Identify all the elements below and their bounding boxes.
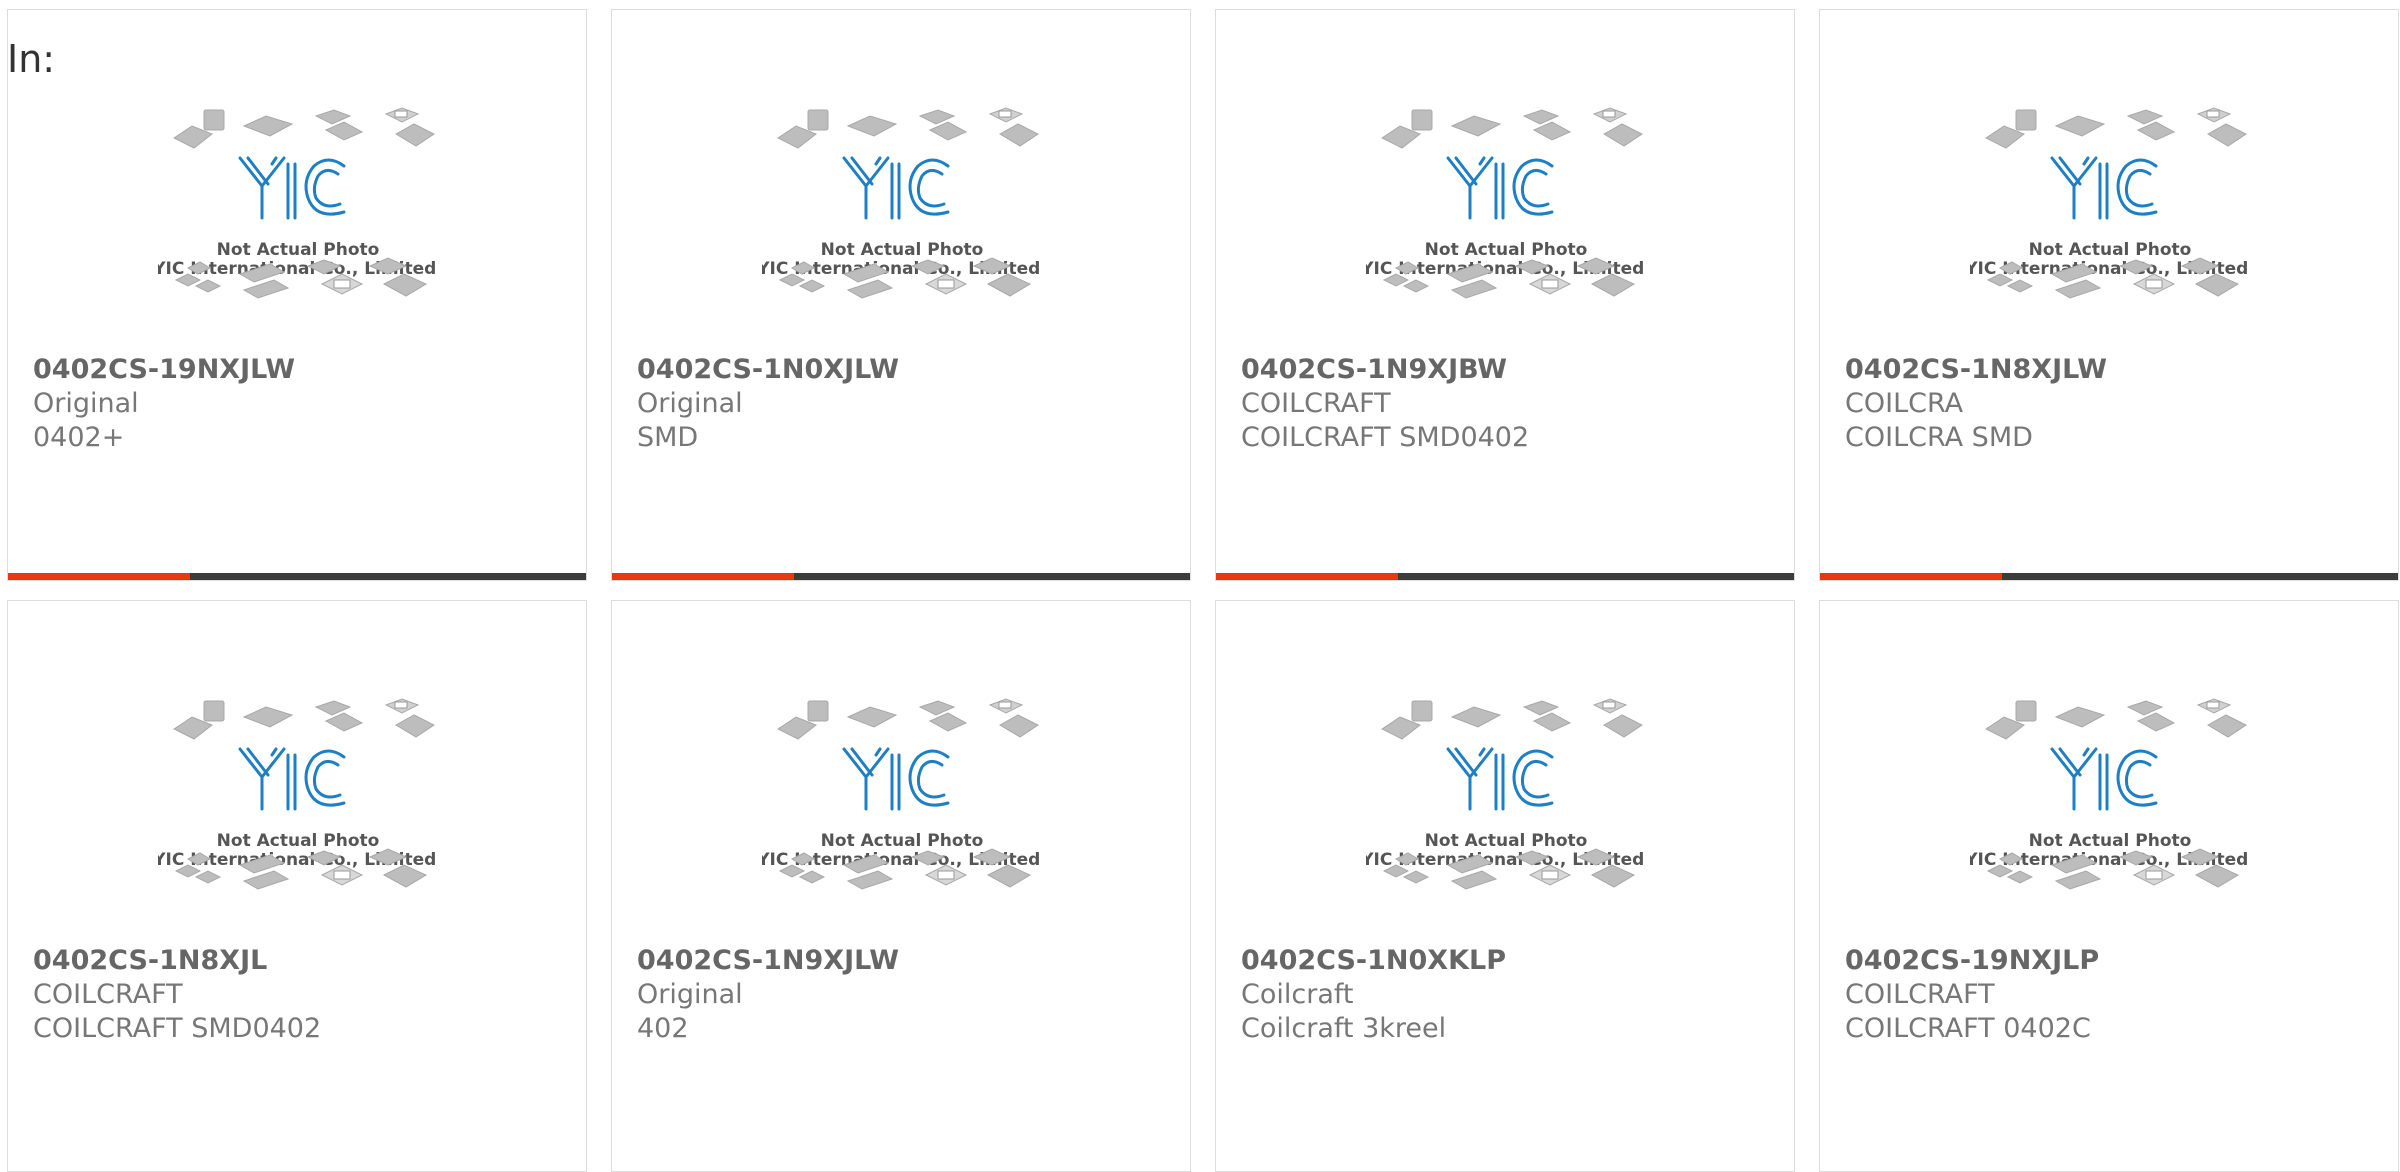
package-description: COILCRA SMD (1845, 422, 2033, 453)
manufacturer: Original (637, 388, 743, 419)
card-accent-bar (8, 573, 190, 580)
product-placeholder-image: Not Actual Photo YIC International Co., … (756, 691, 1047, 941)
placeholder-caption-1: Not Actual Photo (1425, 240, 1588, 260)
product-placeholder-image: Not Actual Photo YIC International Co., … (1964, 691, 2255, 941)
product-card[interactable]: Not Actual Photo YIC International Co., … (1215, 9, 1795, 581)
yic-placeholder-graphic: Not Actual Photo YIC International Co., … (756, 698, 1047, 890)
yic-placeholder-graphic: Not Actual Photo YIC International Co., … (152, 698, 443, 890)
package-description: 402 (637, 1013, 689, 1044)
in-label: In: (7, 37, 56, 81)
part-number[interactable]: 0402CS-19NXJLW (33, 353, 566, 387)
product-placeholder-image: Not Actual Photo YIC International Co., … (152, 100, 443, 350)
manufacturer: Original (637, 979, 743, 1010)
part-number[interactable]: 0402CS-1N8XJL (33, 944, 566, 978)
placeholder-caption-1: Not Actual Photo (821, 831, 984, 851)
manufacturer: Coilcraft (1241, 979, 1354, 1010)
manufacturer: COILCRAFT (33, 979, 183, 1010)
package-description: 0402+ (33, 422, 125, 453)
product-card[interactable]: Not Actual Photo YIC International Co., … (611, 600, 1191, 1172)
product-placeholder-image: Not Actual Photo YIC International Co., … (152, 691, 443, 941)
yic-placeholder-graphic: Not Actual Photo YIC International Co., … (1964, 107, 2255, 299)
product-card[interactable]: Not Actual Photo YIC International Co., … (611, 9, 1191, 581)
product-placeholder-image: Not Actual Photo YIC International Co., … (756, 100, 1047, 350)
product-card[interactable]: Not Actual Photo YIC International Co., … (7, 600, 587, 1172)
placeholder-caption-1: Not Actual Photo (217, 240, 380, 260)
part-number[interactable]: 0402CS-19NXJLP (1845, 944, 2378, 978)
package-description: SMD (637, 422, 699, 453)
yic-placeholder-graphic: Not Actual Photo YIC International Co., … (1360, 107, 1651, 299)
yic-placeholder-graphic: Not Actual Photo YIC International Co., … (1360, 698, 1651, 890)
part-number[interactable]: 0402CS-1N0XJLW (637, 353, 1170, 387)
manufacturer: COILCRA (1845, 388, 1964, 419)
card-bottom-bar (612, 573, 1190, 580)
package-description: COILCRAFT 0402C (1845, 1013, 2091, 1044)
part-number[interactable]: 0402CS-1N9XJBW (1241, 353, 1774, 387)
card-bottom-bar (8, 573, 586, 580)
product-card[interactable]: Not Actual Photo YIC International Co., … (1819, 9, 2399, 581)
placeholder-caption-1: Not Actual Photo (2029, 240, 2192, 260)
product-grid: Not Actual Photo YIC International Co., … (0, 0, 2400, 1172)
package-description: COILCRAFT SMD0402 (1241, 422, 1530, 453)
product-card[interactable]: Not Actual Photo YIC International Co., … (7, 9, 587, 581)
part-number[interactable]: 0402CS-1N0XKLP (1241, 944, 1774, 978)
yic-placeholder-graphic: Not Actual Photo YIC International Co., … (152, 107, 443, 299)
part-number[interactable]: 0402CS-1N8XJLW (1845, 353, 2378, 387)
card-accent-bar (1820, 573, 2002, 580)
product-placeholder-image: Not Actual Photo YIC International Co., … (1360, 691, 1651, 941)
package-description: Coilcraft 3kreel (1241, 1013, 1447, 1044)
card-accent-bar (1216, 573, 1398, 580)
package-description: COILCRAFT SMD0402 (33, 1013, 322, 1044)
placeholder-caption-1: Not Actual Photo (1425, 831, 1588, 851)
part-number[interactable]: 0402CS-1N9XJLW (637, 944, 1170, 978)
placeholder-caption-1: Not Actual Photo (217, 831, 380, 851)
card-accent-bar (612, 573, 794, 580)
manufacturer: COILCRAFT (1845, 979, 1995, 1010)
card-bottom-bar (1216, 573, 1794, 580)
placeholder-caption-1: Not Actual Photo (821, 240, 984, 260)
yic-placeholder-graphic: Not Actual Photo YIC International Co., … (1964, 698, 2255, 890)
yic-placeholder-graphic: Not Actual Photo YIC International Co., … (756, 107, 1047, 299)
product-card[interactable]: Not Actual Photo YIC International Co., … (1819, 600, 2399, 1172)
card-bottom-bar (1820, 573, 2398, 580)
manufacturer: Original (33, 388, 139, 419)
product-placeholder-image: Not Actual Photo YIC International Co., … (1964, 100, 2255, 350)
manufacturer: COILCRAFT (1241, 388, 1391, 419)
product-card[interactable]: Not Actual Photo YIC International Co., … (1215, 600, 1795, 1172)
placeholder-caption-1: Not Actual Photo (2029, 831, 2192, 851)
product-placeholder-image: Not Actual Photo YIC International Co., … (1360, 100, 1651, 350)
